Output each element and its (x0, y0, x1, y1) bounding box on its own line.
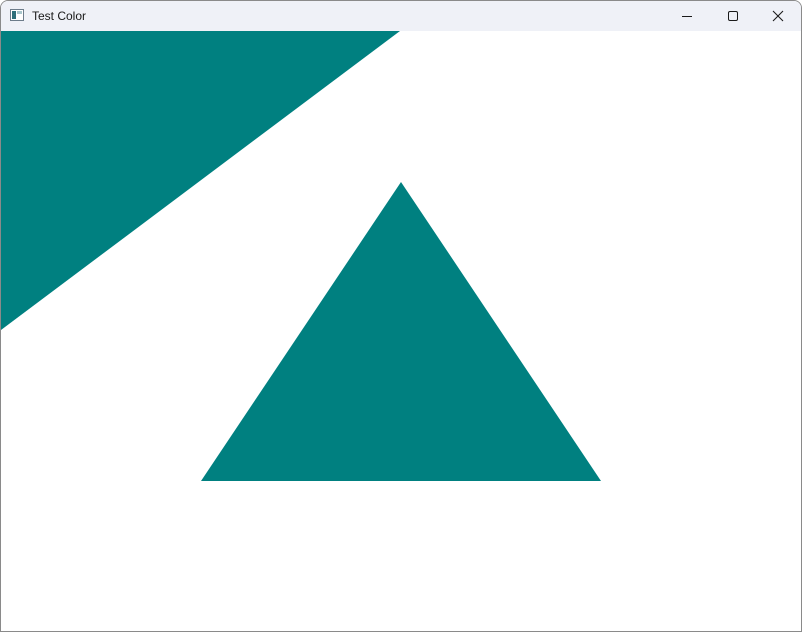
canvas-svg (1, 31, 801, 631)
maximize-button[interactable] (710, 1, 756, 31)
minimize-icon (682, 16, 692, 17)
window-app-icon (10, 9, 24, 21)
drawing-canvas[interactable] (1, 31, 801, 631)
close-icon (772, 10, 784, 22)
minimize-button[interactable] (664, 1, 710, 31)
maximize-icon (728, 11, 738, 21)
title-bar[interactable]: Test Color (1, 1, 801, 31)
app-window: Test Color (0, 0, 802, 632)
window-title: Test Color (32, 9, 87, 23)
close-button[interactable] (755, 1, 801, 31)
